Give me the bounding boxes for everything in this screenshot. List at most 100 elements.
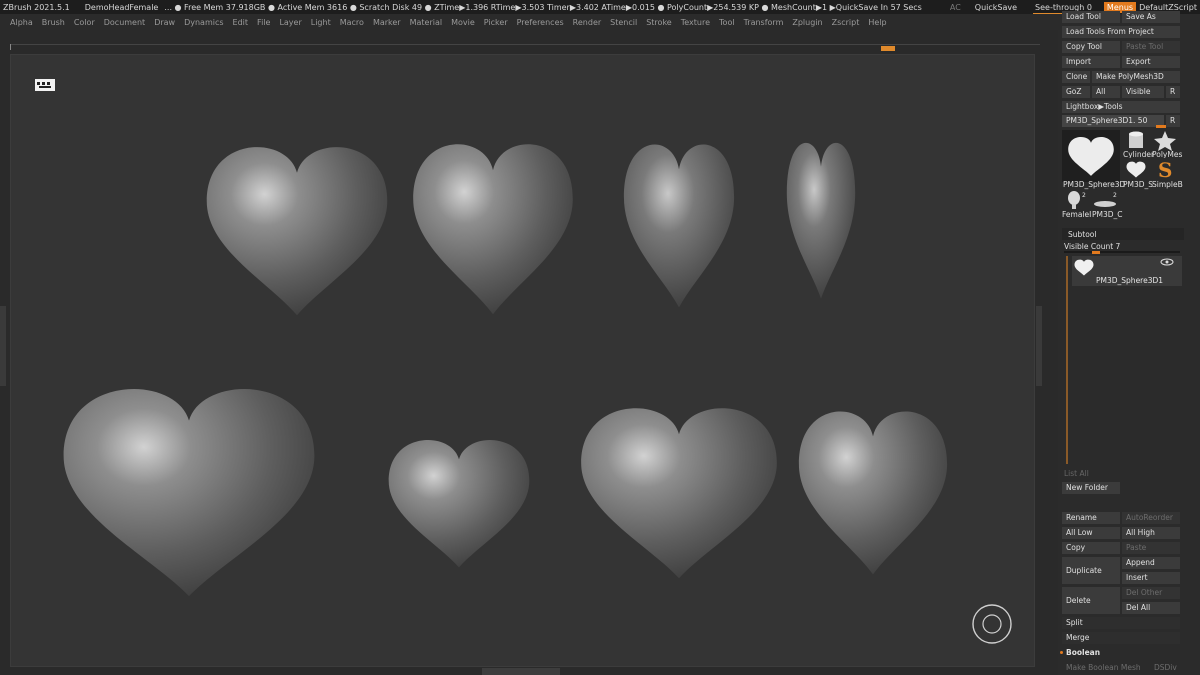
thumb-label-female: FemaleI bbox=[1062, 210, 1092, 219]
menu-zscript[interactable]: Zscript bbox=[832, 18, 860, 27]
subtool-scrollbar[interactable] bbox=[1064, 256, 1070, 464]
boolean-section[interactable]: Boolean bbox=[1062, 647, 1180, 659]
document-canvas[interactable] bbox=[10, 54, 1035, 667]
heart-mesh-1 bbox=[206, 147, 388, 316]
copy-subtool-button[interactable]: Copy bbox=[1062, 542, 1120, 554]
menu-bar: Alpha Brush Color Document Draw Dynamics… bbox=[0, 14, 1058, 30]
new-folder-button[interactable]: New Folder bbox=[1062, 482, 1120, 494]
shelf-marker[interactable] bbox=[881, 46, 895, 51]
heart-mesh-3 bbox=[623, 144, 735, 308]
append-button[interactable]: Append bbox=[1122, 557, 1180, 569]
goz-button[interactable]: GoZ bbox=[1062, 86, 1090, 98]
list-all-button[interactable]: List All bbox=[1064, 469, 1089, 478]
paste-subtool-button[interactable]: Paste bbox=[1122, 542, 1180, 554]
quicksave-button[interactable]: QuickSave bbox=[975, 3, 1017, 12]
simple-brush-s-icon: S bbox=[1158, 158, 1172, 182]
dsdiv-button[interactable]: DSDiv bbox=[1150, 662, 1180, 674]
goz-visible-button[interactable]: Visible bbox=[1122, 86, 1164, 98]
current-tool-slider-knob[interactable] bbox=[1156, 125, 1166, 128]
autoreorder-button[interactable]: AutoReorder bbox=[1122, 512, 1180, 524]
goz-r-button[interactable]: R bbox=[1166, 86, 1180, 98]
tool-thumb-main[interactable] bbox=[1062, 130, 1120, 182]
import-button[interactable]: Import bbox=[1062, 56, 1120, 68]
menu-help[interactable]: Help bbox=[868, 18, 886, 27]
menu-alpha[interactable]: Alpha bbox=[10, 18, 33, 27]
svg-text:S: S bbox=[1158, 158, 1172, 180]
menu-texture[interactable]: Texture bbox=[681, 18, 710, 27]
menu-picker[interactable]: Picker bbox=[484, 18, 508, 27]
bottom-tray-handle[interactable] bbox=[482, 668, 560, 675]
merge-button[interactable]: Merge bbox=[1062, 632, 1180, 644]
menu-dynamics[interactable]: Dynamics bbox=[184, 18, 223, 27]
visible-count-knob[interactable] bbox=[1092, 251, 1100, 254]
stats-readout: ... ● Free Mem 37.918GB ● Active Mem 361… bbox=[164, 2, 922, 12]
navigation-gizmo-icon[interactable] bbox=[971, 603, 1013, 645]
menu-light[interactable]: Light bbox=[311, 18, 331, 27]
rename-button[interactable]: Rename bbox=[1062, 512, 1120, 524]
tool-thumb-polymesh[interactable] bbox=[1152, 130, 1178, 152]
menu-file[interactable]: File bbox=[257, 18, 270, 27]
heart-thumb-icon bbox=[1068, 136, 1114, 176]
menu-brush[interactable]: Brush bbox=[42, 18, 65, 27]
current-tool-r-button[interactable]: R bbox=[1166, 115, 1180, 127]
thumb-label-pm3d-s: PM3D_S bbox=[1123, 180, 1154, 189]
menu-movie[interactable]: Movie bbox=[451, 18, 475, 27]
small-heart-icon bbox=[1126, 161, 1146, 178]
ac-button[interactable]: AC bbox=[950, 3, 961, 12]
menu-draw[interactable]: Draw bbox=[154, 18, 175, 27]
visible-count-slider[interactable] bbox=[1064, 251, 1180, 253]
menu-layer[interactable]: Layer bbox=[279, 18, 301, 27]
right-tray-handle[interactable] bbox=[1036, 306, 1042, 386]
split-button[interactable]: Split bbox=[1062, 617, 1180, 629]
tool-thumb-female[interactable] bbox=[1064, 190, 1084, 210]
tool-thumb-cylinder[interactable] bbox=[1124, 130, 1148, 152]
make-polymesh3d-button[interactable]: Make PolyMesh3D bbox=[1092, 71, 1180, 83]
menu-stencil[interactable]: Stencil bbox=[610, 18, 637, 27]
load-tools-from-project-button[interactable]: Load Tools From Project bbox=[1062, 26, 1180, 38]
lightbox-tools-button[interactable]: Lightbox▶Tools bbox=[1062, 101, 1180, 113]
menu-transform[interactable]: Transform bbox=[744, 18, 784, 27]
left-tray-handle[interactable] bbox=[0, 306, 6, 386]
clone-button[interactable]: Clone bbox=[1062, 71, 1090, 83]
subtool-header[interactable]: Subtool bbox=[1062, 228, 1184, 240]
menu-preferences[interactable]: Preferences bbox=[517, 18, 564, 27]
insert-button[interactable]: Insert bbox=[1122, 572, 1180, 584]
document-name: DemoHeadFemale bbox=[84, 2, 159, 12]
menu-tool[interactable]: Tool bbox=[719, 18, 735, 27]
current-tool-slider[interactable]: PM3D_Sphere3D1. 50 bbox=[1062, 115, 1164, 127]
pm3d-c-count: 2 bbox=[1113, 192, 1117, 199]
menu-macro[interactable]: Macro bbox=[340, 18, 364, 27]
heart-mesh-4 bbox=[786, 142, 856, 299]
menu-edit[interactable]: Edit bbox=[233, 18, 249, 27]
paste-tool-button[interactable]: Paste Tool bbox=[1122, 41, 1180, 53]
menu-color[interactable]: Color bbox=[74, 18, 95, 27]
tool-thumb-simpleb[interactable]: S bbox=[1152, 158, 1178, 182]
load-tool-button[interactable]: Load Tool bbox=[1062, 11, 1120, 23]
del-other-button[interactable]: Del Other bbox=[1122, 587, 1180, 599]
menu-render[interactable]: Render bbox=[573, 18, 601, 27]
floor-grid-icon[interactable] bbox=[35, 79, 55, 91]
menu-material[interactable]: Material bbox=[410, 18, 443, 27]
menu-zplugin[interactable]: Zplugin bbox=[792, 18, 822, 27]
tool-thumb-pm3d-s[interactable] bbox=[1124, 158, 1148, 180]
all-high-button[interactable]: All High bbox=[1122, 527, 1180, 539]
head-icon bbox=[1068, 191, 1080, 209]
export-button[interactable]: Export bbox=[1122, 56, 1180, 68]
delete-button[interactable]: Delete bbox=[1062, 587, 1120, 614]
copy-tool-button[interactable]: Copy Tool bbox=[1062, 41, 1120, 53]
duplicate-button[interactable]: Duplicate bbox=[1062, 557, 1120, 584]
all-low-button[interactable]: All Low bbox=[1062, 527, 1120, 539]
goz-all-button[interactable]: All bbox=[1092, 86, 1120, 98]
menu-stroke[interactable]: Stroke bbox=[646, 18, 672, 27]
make-boolean-mesh-button[interactable]: Make Boolean Mesh bbox=[1062, 662, 1148, 674]
menu-document[interactable]: Document bbox=[104, 18, 145, 27]
menu-marker[interactable]: Marker bbox=[373, 18, 401, 27]
eye-icon[interactable] bbox=[1160, 258, 1174, 266]
subtool-item[interactable]: PM3D_Sphere3D1 bbox=[1072, 256, 1182, 286]
del-all-button[interactable]: Del All bbox=[1122, 602, 1180, 614]
hearts-render bbox=[63, 142, 948, 597]
save-as-button[interactable]: Save As bbox=[1122, 11, 1180, 23]
female-count: 2 bbox=[1082, 192, 1086, 199]
heart-mesh-8 bbox=[798, 411, 948, 575]
thumb-label-simpleb: SimpleB bbox=[1152, 180, 1183, 189]
